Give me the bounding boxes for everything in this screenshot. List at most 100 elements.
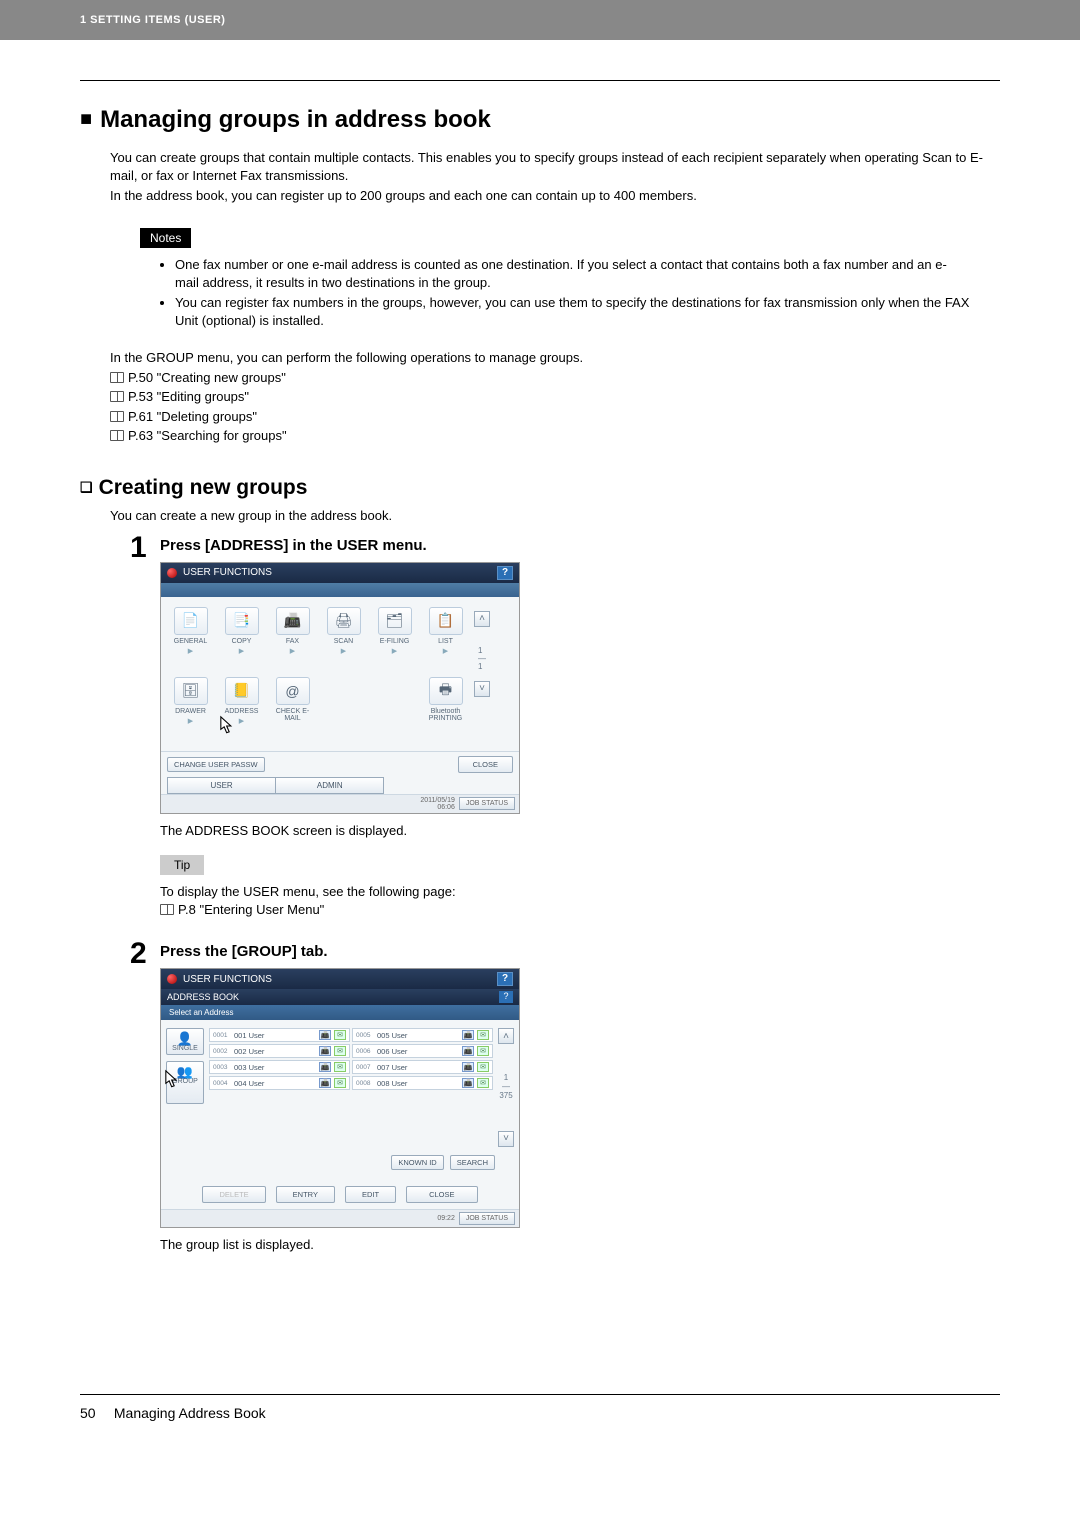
drawer-button[interactable]: 🗄DRAWER▶ [167, 677, 214, 725]
tip-text: To display the USER menu, see the follow… [160, 883, 1000, 901]
group-menu-item: P.63 "Searching for groups" [128, 428, 287, 443]
list-button[interactable]: 📋LIST▶ [422, 607, 469, 655]
step-1: 1 Press [ADDRESS] in the USER menu. USER… [130, 533, 1000, 920]
scan-button[interactable]: 🖨SCAN▶ [320, 607, 367, 655]
scroll-down-button[interactable]: ˅ [498, 1131, 514, 1147]
notes-label: Notes [140, 228, 191, 248]
address-row[interactable]: 0002002 User📠✉ [209, 1044, 350, 1058]
scroll-up-button[interactable]: ˄ [498, 1028, 514, 1044]
help-button[interactable]: ? [499, 991, 513, 1003]
status-datetime: 2011/05/1906:06 [420, 797, 455, 811]
copy-button[interactable]: 📑COPY▶ [218, 607, 265, 655]
fax-icon: 📠 [462, 1046, 474, 1056]
fax-icon: 📠 [319, 1030, 331, 1040]
book-icon [110, 372, 124, 383]
bluetooth-printing-button[interactable]: 🖶Bluetooth PRINTING [422, 677, 469, 722]
mail-icon: ✉ [477, 1062, 489, 1072]
close-button[interactable]: CLOSE [406, 1186, 477, 1203]
group-menu-item: P.53 "Editing groups" [128, 389, 249, 404]
address-row[interactable]: 0003003 User📠✉ [209, 1060, 350, 1074]
group-menu-item: P.50 "Creating new groups" [128, 370, 286, 385]
edit-button[interactable]: EDIT [345, 1186, 396, 1203]
status-bar: 09:22 JOB STATUS [161, 1209, 519, 1227]
panel-title: USER FUNCTIONS [183, 974, 272, 985]
intro-p2: In the address book, you can register up… [110, 187, 1000, 205]
note-item: You can register fax numbers in the grou… [175, 294, 970, 330]
check-email-button[interactable]: @CHECK E-MAIL [269, 677, 316, 722]
panel-subheader: ADDRESS BOOK ? [161, 989, 519, 1005]
fax-button[interactable]: 📠FAX▶ [269, 607, 316, 655]
tab-group[interactable]: 👥GROUP [166, 1061, 204, 1104]
notes-list: One fax number or one e-mail address is … [175, 256, 970, 331]
address-row[interactable]: 0008008 User📠✉ [352, 1076, 493, 1090]
panel-titlebar: USER FUNCTIONS ? [161, 969, 519, 989]
tab-user[interactable]: USER [167, 777, 276, 794]
panel-titlebar: USER FUNCTIONS ? [161, 563, 519, 583]
search-button[interactable]: SEARCH [450, 1155, 495, 1170]
step-after-text: The group list is displayed. [160, 1236, 1000, 1254]
general-button[interactable]: 📄GENERAL▶ [167, 607, 214, 655]
mail-icon: ✉ [334, 1062, 346, 1072]
step-title: Press [ADDRESS] in the USER menu. [160, 537, 1000, 554]
fax-icon: 📠 [319, 1078, 331, 1088]
address-col-right: 0005005 User📠✉ 0006006 User📠✉ 0007007 Us… [352, 1028, 493, 1146]
fax-icon: 📠 [462, 1062, 474, 1072]
address-row[interactable]: 0005005 User📠✉ [352, 1028, 493, 1042]
orb-icon [167, 974, 177, 984]
step-2: 2 Press the [GROUP] tab. USER FUNCTIONS … [130, 939, 1000, 1254]
help-button[interactable]: ? [497, 566, 513, 580]
address-col-left: 0001001 User📠✉ 0002002 User📠✉ 0003003 Us… [209, 1028, 350, 1146]
group-menu-lead: In the GROUP menu, you can perform the f… [110, 348, 1000, 368]
tab-single[interactable]: 👤SINGLE [166, 1028, 204, 1055]
job-status-button[interactable]: JOB STATUS [459, 1212, 515, 1225]
status-time: 09:22 [437, 1215, 455, 1222]
entry-button[interactable]: ENTRY [276, 1186, 335, 1203]
book-icon [110, 430, 124, 441]
close-button[interactable]: CLOSE [458, 756, 513, 773]
panel-toolbar [161, 583, 519, 597]
intro-paragraphs: You can create groups that contain multi… [80, 149, 1000, 206]
orb-icon [167, 568, 177, 578]
mail-icon: ✉ [334, 1078, 346, 1088]
screenshot-user-functions: USER FUNCTIONS ? 📄GENERAL▶ 📑COPY▶ 📠FAX▶ … [160, 562, 520, 814]
scroll-down-button[interactable]: ˅ [474, 681, 490, 697]
subsection-heading: ❑Creating new groups [80, 476, 1000, 500]
group-menu-block: In the GROUP menu, you can perform the f… [110, 348, 1000, 446]
section-heading-text: Managing groups in address book [100, 106, 491, 133]
tab-spacer [384, 777, 513, 794]
tab-admin[interactable]: ADMIN [276, 777, 384, 794]
intro-p1: You can create groups that contain multi… [110, 149, 1000, 185]
job-status-button[interactable]: JOB STATUS [459, 797, 515, 810]
group-menu-item: P.61 "Deleting groups" [128, 409, 257, 424]
address-row[interactable]: 0007007 User📠✉ [352, 1060, 493, 1074]
help-button[interactable]: ? [497, 972, 513, 986]
fax-icon: 📠 [319, 1062, 331, 1072]
footer-title: Managing Address Book [114, 1405, 266, 1421]
mail-icon: ✉ [477, 1078, 489, 1088]
screenshot-address-book: USER FUNCTIONS ? ADDRESS BOOK ? Select a… [160, 968, 520, 1227]
scroll-indicator: 1―1 [478, 647, 486, 671]
fax-icon: 📠 [319, 1046, 331, 1056]
delete-button[interactable]: DELETE [202, 1186, 265, 1203]
address-row[interactable]: 0006006 User📠✉ [352, 1044, 493, 1058]
step-title: Press the [GROUP] tab. [160, 943, 1000, 960]
icon-grid-row2: 🗄DRAWER▶ 📒ADDRESS▶ @CHECK E-MAIL 🖶Blueto… [161, 675, 519, 751]
pointer-cursor-icon [160, 1069, 180, 1091]
scroll-up-button[interactable]: ˄ [474, 611, 490, 627]
book-icon [110, 411, 124, 422]
icon-grid-row1: 📄GENERAL▶ 📑COPY▶ 📠FAX▶ 🖨SCAN▶ 🗂E-FILING▶… [161, 597, 519, 675]
chapter-header: 1 SETTING ITEMS (USER) [0, 0, 1080, 40]
page-footer: 50 Managing Address Book [80, 1394, 1000, 1421]
subsection-intro: You can create a new group in the addres… [110, 508, 1000, 523]
address-row[interactable]: 0001001 User📠✉ [209, 1028, 350, 1042]
note-item: One fax number or one e-mail address is … [175, 256, 970, 292]
book-icon [160, 904, 174, 915]
known-id-button[interactable]: KNOWN ID [391, 1155, 443, 1170]
panel-bottom-bar: CHANGE USER PASSW CLOSE [161, 751, 519, 777]
efiling-button[interactable]: 🗂E-FILING▶ [371, 607, 418, 655]
status-bar: 2011/05/1906:06 JOB STATUS [161, 794, 519, 813]
address-button[interactable]: 📒ADDRESS▶ [218, 677, 265, 747]
address-row[interactable]: 0004004 User📠✉ [209, 1076, 350, 1090]
section-heading: ■Managing groups in address book [80, 106, 1000, 134]
change-password-button[interactable]: CHANGE USER PASSW [167, 757, 265, 772]
